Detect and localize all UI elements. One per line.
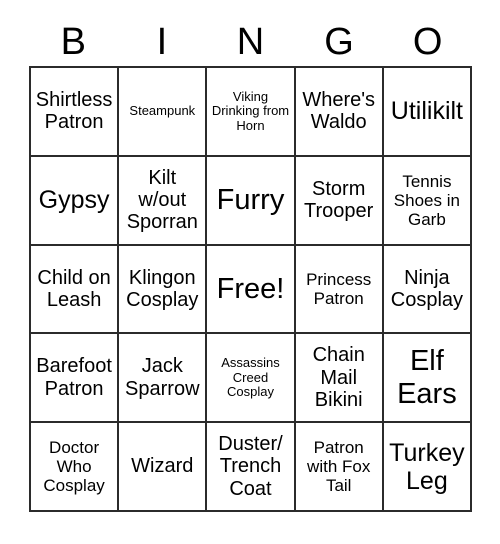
bingo-cell[interactable]: Duster/ Trench Coat — [207, 423, 296, 512]
bingo-cell[interactable]: Turkey Leg — [383, 423, 472, 512]
bingo-cell-label: Ninja Cosplay — [390, 266, 464, 311]
bingo-cell-label: Kilt w/out Sporran — [126, 166, 198, 234]
bingo-cell[interactable]: Storm Trooper — [295, 156, 384, 246]
bingo-cell-label: Turkey Leg — [389, 438, 465, 495]
bingo-cell[interactable]: Kilt w/out Sporran — [119, 156, 208, 246]
bingo-cell[interactable]: Where's Waldo — [295, 68, 384, 157]
bingo-cell-label: Elf Ears — [397, 345, 457, 410]
bingo-cell-label: Doctor Who Cosplay — [43, 438, 105, 496]
bingo-cell-label: Princess Patron — [306, 269, 372, 308]
bingo-cell[interactable]: Princess Patron — [295, 245, 384, 335]
bingo-grid: Shirtless Patron Steampunk Viking Drinki… — [29, 66, 472, 512]
bingo-cell-label: Tennis Shoes in Garb — [393, 171, 460, 229]
bingo-cell-label: Assassins Creed Cosplay — [221, 354, 280, 400]
bingo-cell-label: Barefoot Patron — [36, 355, 112, 400]
bingo-cell[interactable]: Chain Mail Bikini — [295, 334, 384, 424]
bingo-cell[interactable]: Child on Leash — [31, 245, 120, 335]
bingo-cell[interactable]: Doctor Who Cosplay — [31, 423, 120, 512]
bingo-cell-label: Viking Drinking from Horn — [211, 88, 290, 133]
bingo-header-letter-o: O — [412, 21, 443, 63]
bingo-cell[interactable]: Utilikilt — [383, 68, 472, 157]
bingo-cell-free[interactable]: Free! — [207, 245, 296, 335]
bingo-header-letter-n: N — [236, 21, 265, 63]
bingo-cell[interactable]: Shirtless Patron — [31, 68, 120, 157]
bingo-cell[interactable]: Wizard — [119, 423, 208, 512]
bingo-cell-label: Gypsy — [38, 186, 110, 215]
bingo-cell-label: Shirtless Patron — [35, 89, 113, 134]
bingo-cell[interactable]: Jack Sparrow — [119, 334, 208, 424]
bingo-cell[interactable]: Viking Drinking from Horn — [207, 68, 296, 157]
bingo-cell[interactable]: Steampunk — [119, 68, 208, 157]
bingo-cell-label: Where's Waldo — [302, 89, 376, 134]
bingo-cell-label: Storm Trooper — [304, 177, 374, 223]
bingo-cell[interactable]: Patron with Fox Tail — [295, 423, 384, 512]
bingo-cell-label: Chain Mail Bikini — [312, 344, 365, 411]
bingo-cell-label: Jack Sparrow — [125, 355, 200, 400]
bingo-cell[interactable]: Furry — [207, 156, 296, 246]
bingo-cell-label: Furry — [216, 183, 285, 216]
bingo-cell-label: Steampunk — [129, 103, 196, 119]
bingo-cell-label: Free! — [216, 272, 285, 305]
bingo-card: B I N G O Shirtless Patron Steampunk Vik… — [0, 0, 500, 544]
bingo-cell-label: Wizard — [131, 455, 194, 478]
bingo-header-letter-g: G — [324, 21, 354, 63]
bingo-cell[interactable]: Tennis Shoes in Garb — [383, 156, 472, 246]
bingo-cell[interactable]: Gypsy — [31, 156, 120, 246]
bingo-cell-label: Utilikilt — [390, 97, 463, 126]
bingo-cell[interactable]: Ninja Cosplay — [383, 245, 472, 335]
bingo-header-letter-i: I — [156, 21, 168, 63]
bingo-cell-label: Patron with Fox Tail — [307, 438, 371, 496]
bingo-cell-label: Duster/ Trench Coat — [218, 433, 283, 500]
bingo-cell[interactable]: Assassins Creed Cosplay — [207, 334, 296, 424]
bingo-cell[interactable]: Klingon Cosplay — [119, 245, 208, 335]
bingo-header: B I N G O — [29, 18, 472, 66]
bingo-cell-label: Child on Leash — [37, 266, 111, 311]
bingo-header-letter-b: B — [60, 21, 86, 63]
bingo-cell[interactable]: Barefoot Patron — [31, 334, 120, 424]
bingo-cell-label: Klingon Cosplay — [126, 266, 199, 311]
bingo-cell[interactable]: Elf Ears — [383, 334, 472, 424]
